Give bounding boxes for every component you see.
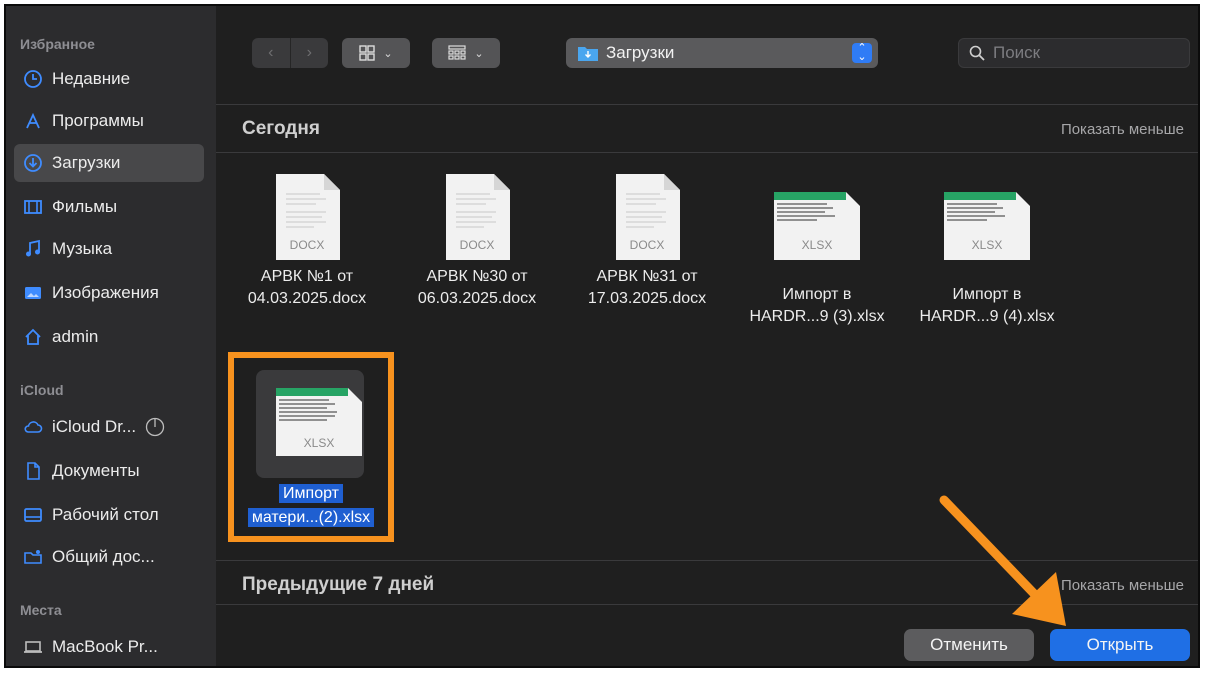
file-type-label: DOCX bbox=[629, 238, 665, 252]
location-label: Загрузки bbox=[606, 43, 675, 62]
file-type-label: XLSX bbox=[971, 238, 1003, 252]
file-name-line2: 04.03.2025.docx bbox=[247, 290, 367, 307]
xlsx-file-icon: XLSX bbox=[772, 190, 862, 262]
sidebar-item-label: admin bbox=[52, 327, 99, 346]
file-item[interactable]: DOCX АРВК №1 от 04.03.2025.docx bbox=[222, 172, 392, 310]
view-mode-button[interactable]: ⌄ bbox=[342, 38, 410, 68]
downloads-folder-icon bbox=[578, 47, 598, 61]
file-name-line1: Импорт в bbox=[782, 286, 852, 303]
clock-icon bbox=[22, 68, 44, 90]
sidebar-item-icloud-drive[interactable]: iCloud Dr... bbox=[14, 408, 204, 446]
docx-file-icon: DOCX bbox=[610, 172, 684, 262]
apps-icon bbox=[22, 110, 44, 132]
file-name-line1: АРВК №30 от bbox=[426, 268, 528, 285]
chevron-down-icon: ⌄ bbox=[383, 47, 393, 60]
arrow-annotation-icon bbox=[939, 495, 1066, 626]
sidebar-item-home[interactable]: admin bbox=[14, 318, 204, 356]
file-type-label: DOCX bbox=[289, 238, 325, 252]
file-item[interactable]: XLSX Импорт в HARDR...9 (3).xlsx bbox=[732, 190, 902, 328]
sidebar-item-music[interactable]: Музыка bbox=[14, 230, 204, 268]
desktop-icon bbox=[22, 504, 44, 526]
sidebar-item-recents[interactable]: Недавние bbox=[14, 60, 204, 98]
search-icon bbox=[969, 45, 985, 61]
file-item[interactable]: XLSX Импорт в HARDR...9 (4).xlsx bbox=[902, 190, 1072, 328]
file-name-line1: Импорт в bbox=[952, 286, 1022, 303]
sidebar-item-documents[interactable]: Документы bbox=[14, 452, 204, 490]
divider bbox=[216, 152, 1198, 153]
shared-folder-icon bbox=[22, 546, 44, 568]
file-browser: ‹ › ⌄ ⌄ Загрузки ⌃⌄ Сегодня bbox=[216, 6, 1198, 666]
forward-button[interactable]: › bbox=[291, 38, 329, 68]
xlsx-file-icon: XLSX bbox=[942, 190, 1032, 262]
file-name-line1: АРВК №1 от bbox=[260, 268, 354, 285]
toolbar: ‹ › ⌄ ⌄ Загрузки ⌃ ⌄ bbox=[216, 6, 1198, 105]
laptop-icon bbox=[22, 636, 44, 658]
sidebar-item-movies[interactable]: Фильмы bbox=[14, 188, 204, 226]
location-stepper-icon: ⌃ ⌄ bbox=[852, 43, 872, 63]
sidebar-item-label: Изображения bbox=[52, 283, 159, 302]
sidebar-item-label: Общий дос... bbox=[52, 547, 155, 566]
chevron-right-icon: › bbox=[306, 44, 312, 61]
sidebar-item-downloads[interactable]: Загрузки bbox=[14, 144, 204, 182]
group-header-today: Сегодня Показать меньше bbox=[216, 106, 1198, 152]
file-name-line1: АРВК №31 от bbox=[596, 268, 698, 285]
search-input[interactable] bbox=[991, 42, 1175, 64]
group-grid-icon bbox=[448, 45, 466, 60]
grid-icon bbox=[359, 45, 376, 61]
file-name-line2: HARDR...9 (3).xlsx bbox=[749, 308, 885, 325]
back-button[interactable]: ‹ bbox=[252, 38, 291, 68]
sidebar-section-favorites: Избранное bbox=[20, 36, 95, 52]
docx-file-icon: DOCX bbox=[440, 172, 514, 262]
file-open-dialog: Избранное Недавние Программы Загрузки Фи… bbox=[4, 4, 1200, 668]
sidebar-item-label: Недавние bbox=[52, 69, 131, 88]
navigation-buttons: ‹ › bbox=[252, 38, 328, 68]
chevron-left-icon: ‹ bbox=[268, 44, 274, 61]
photo-icon bbox=[22, 282, 44, 304]
docx-file-icon: DOCX bbox=[270, 172, 344, 262]
sidebar-item-label: MacBook Pr... bbox=[52, 637, 158, 656]
file-item[interactable]: DOCX АРВК №30 от 06.03.2025.docx bbox=[392, 172, 562, 310]
sidebar-item-label: Музыка bbox=[52, 239, 113, 258]
highlight-frame bbox=[228, 352, 394, 542]
sidebar-section-places: Места bbox=[20, 602, 62, 618]
sidebar-item-applications[interactable]: Программы bbox=[14, 102, 204, 140]
show-less-link[interactable]: Показать меньше bbox=[1061, 121, 1184, 138]
sidebar: Избранное Недавние Программы Загрузки Фи… bbox=[6, 6, 216, 666]
location-popup[interactable]: Загрузки ⌃ ⌄ bbox=[566, 38, 878, 68]
home-icon bbox=[22, 326, 44, 348]
sidebar-section-icloud: iCloud bbox=[20, 382, 64, 398]
search-field[interactable] bbox=[958, 38, 1190, 68]
sidebar-item-macbook[interactable]: MacBook Pr... bbox=[14, 628, 204, 666]
file-name-line2: 17.03.2025.docx bbox=[587, 290, 707, 307]
file-type-label: DOCX bbox=[459, 238, 495, 252]
download-icon bbox=[22, 152, 44, 174]
document-icon bbox=[22, 460, 44, 482]
cloud-icon bbox=[22, 416, 44, 438]
file-item[interactable]: DOCX АРВК №31 от 17.03.2025.docx bbox=[562, 172, 732, 310]
sidebar-item-label: Загрузки bbox=[52, 153, 121, 172]
file-type-label: XLSX bbox=[801, 238, 833, 252]
sidebar-item-label: iCloud Dr... bbox=[52, 417, 137, 436]
sidebar-item-shared[interactable]: Общий дос... bbox=[14, 538, 204, 576]
film-icon bbox=[22, 196, 44, 218]
sidebar-item-label: Фильмы bbox=[52, 197, 118, 216]
file-name-line2: 06.03.2025.docx bbox=[417, 290, 537, 307]
group-title: Предыдущие 7 дней bbox=[242, 574, 435, 595]
chevron-down-icon: ⌄ bbox=[474, 47, 484, 60]
sidebar-item-label: Документы bbox=[52, 461, 140, 480]
sync-progress-icon bbox=[144, 416, 166, 438]
sidebar-item-desktop[interactable]: Рабочий стол bbox=[14, 496, 204, 534]
sidebar-item-label: Рабочий стол bbox=[52, 505, 159, 524]
music-icon bbox=[22, 238, 44, 260]
file-name-line2: HARDR...9 (4).xlsx bbox=[919, 308, 1055, 325]
sidebar-item-pictures[interactable]: Изображения bbox=[14, 274, 204, 312]
sidebar-item-label: Программы bbox=[52, 111, 144, 130]
group-by-button[interactable]: ⌄ bbox=[432, 38, 500, 68]
group-title: Сегодня bbox=[242, 118, 320, 139]
